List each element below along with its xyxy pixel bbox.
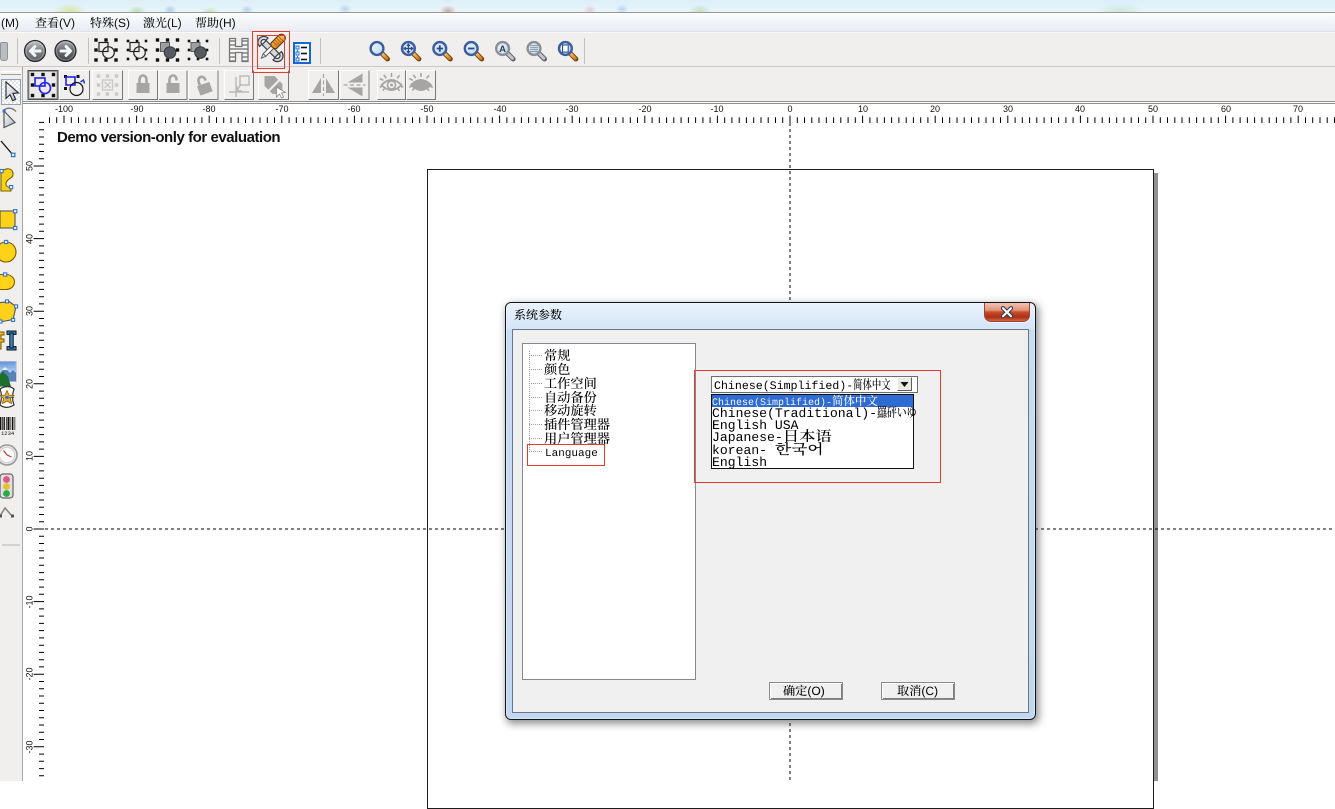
svg-text:-10: -10: [25, 595, 35, 608]
svg-text:50: 50: [25, 161, 35, 171]
svg-text:-40: -40: [493, 104, 506, 114]
svg-text:-100: -100: [55, 104, 73, 114]
svg-text:-60: -60: [347, 104, 360, 114]
svg-text:50: 50: [1148, 104, 1158, 114]
svg-text:0: 0: [787, 104, 792, 114]
svg-text:40: 40: [25, 234, 35, 244]
svg-text:10: 10: [25, 451, 35, 461]
svg-text:20: 20: [930, 104, 940, 114]
svg-text:60: 60: [1221, 104, 1231, 114]
svg-text:-10: -10: [710, 104, 723, 114]
svg-text:-90: -90: [130, 104, 143, 114]
svg-text:-20: -20: [25, 667, 35, 680]
svg-text:A: A: [499, 44, 506, 55]
svg-text:20: 20: [25, 379, 35, 389]
svg-text:0: 0: [25, 526, 35, 531]
svg-text:10: 10: [858, 104, 868, 114]
svg-text:30: 30: [25, 306, 35, 316]
svg-text:-30: -30: [565, 104, 578, 114]
svg-text:-20: -20: [638, 104, 651, 114]
svg-text:1234: 1234: [1, 430, 15, 437]
svg-text:-50: -50: [420, 104, 433, 114]
svg-text:-70: -70: [275, 104, 288, 114]
svg-text:40: 40: [1075, 104, 1085, 114]
svg-text:30: 30: [1003, 104, 1013, 114]
svg-text:70: 70: [1293, 104, 1303, 114]
svg-text:-30: -30: [25, 740, 35, 753]
svg-text:-80: -80: [202, 104, 215, 114]
